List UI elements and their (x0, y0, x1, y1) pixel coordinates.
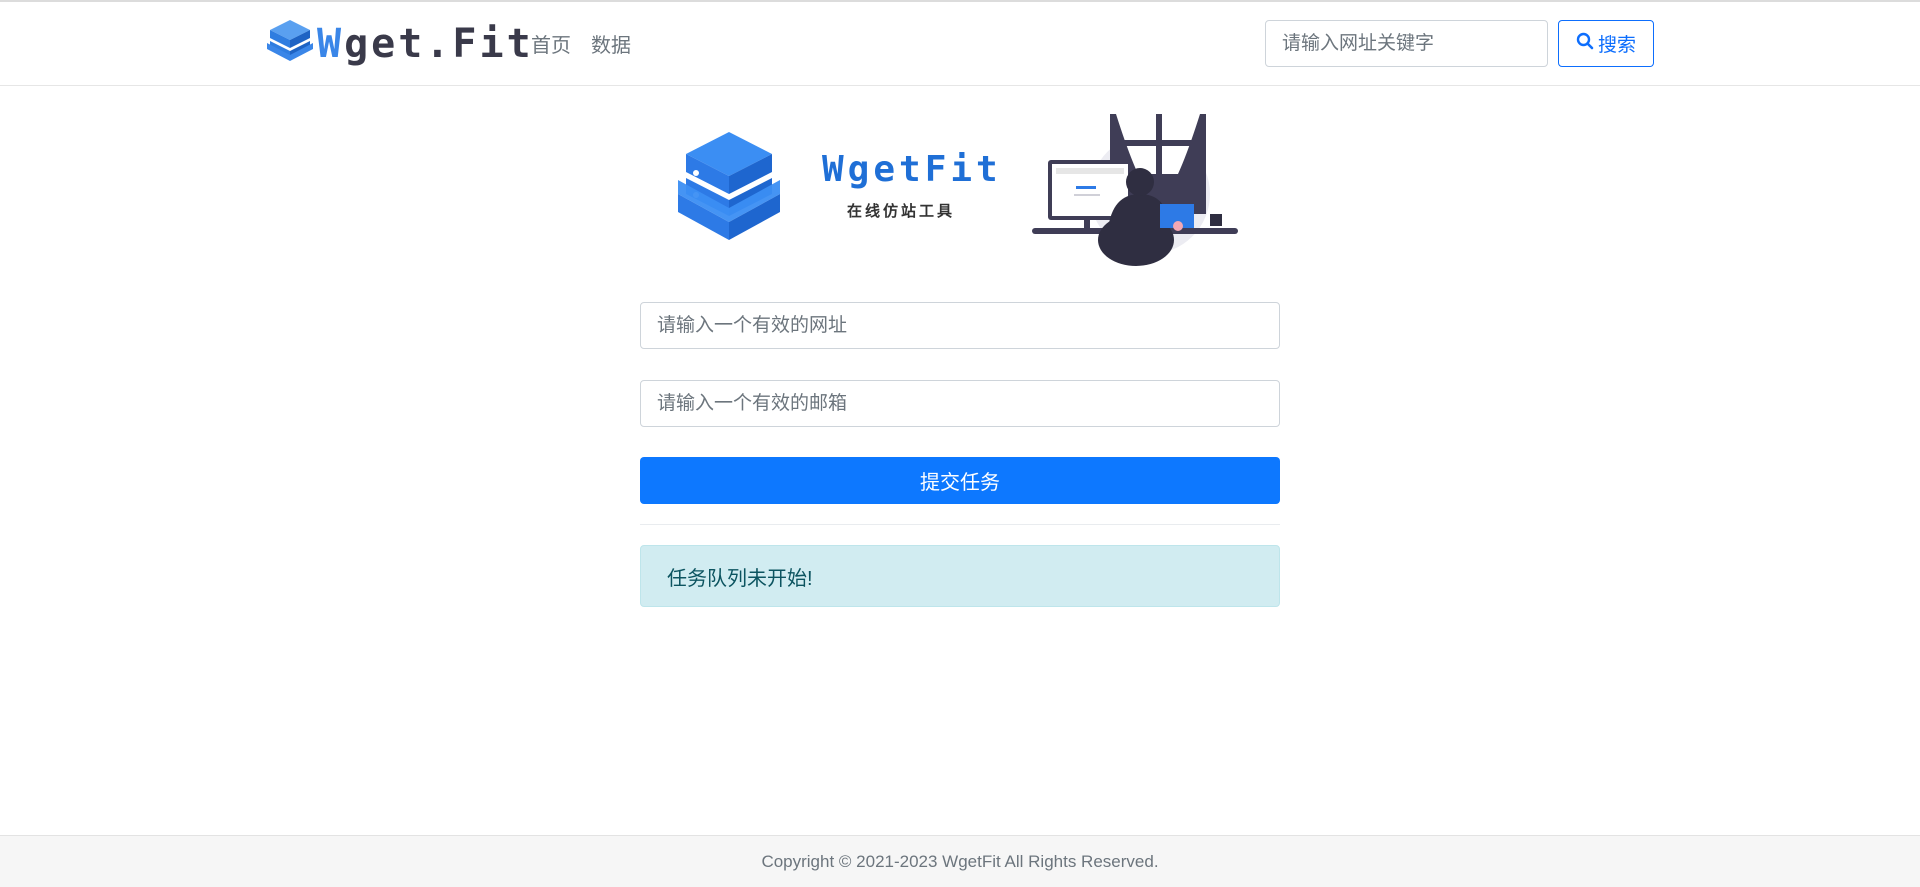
divider (640, 524, 1280, 525)
email-input[interactable] (640, 380, 1280, 427)
footer-copyright: Copyright © 2021-2023 WgetFit All Rights… (761, 851, 1159, 871)
status-message: 任务队列未开始! (667, 567, 813, 590)
server-stack-icon (265, 17, 315, 72)
submit-task-button[interactable]: 提交任务 (640, 457, 1280, 504)
search-button-label: 搜索 (1597, 35, 1636, 56)
person-at-desk-illustration (1028, 112, 1242, 273)
nav-links: 首页 数据 (531, 33, 631, 59)
hero-title: WgetFit (822, 149, 1002, 190)
hero-subtitle: 在线仿站工具 (847, 203, 956, 220)
search-button[interactable]: 搜索 (1558, 20, 1654, 67)
status-alert: 任务队列未开始! (640, 545, 1280, 607)
url-input[interactable] (640, 302, 1280, 349)
search-input[interactable] (1265, 20, 1548, 67)
brand-name: Wget.Fit (317, 21, 534, 67)
navbar: Wget.Fit 首页 数据 搜索 (0, 2, 1920, 86)
hero-logo-icon (672, 128, 786, 249)
brand-logo[interactable]: Wget.Fit (265, 18, 534, 70)
nav-data-link[interactable]: 数据 (591, 33, 631, 59)
footer: Copyright © 2021-2023 WgetFit All Rights… (0, 835, 1920, 887)
search-icon (1576, 32, 1594, 56)
nav-home-link[interactable]: 首页 (531, 33, 571, 59)
